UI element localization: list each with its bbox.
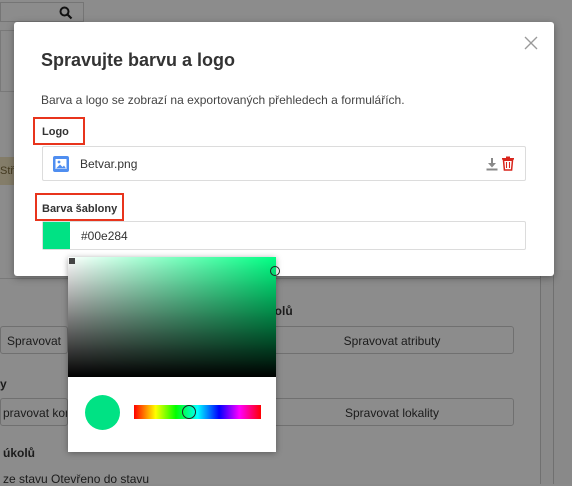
hue-slider[interactable] [134, 405, 261, 419]
logo-label: Logo [42, 126, 69, 138]
manage-color-logo-dialog: Spravujte barvu a logo Barva a logo se z… [14, 22, 554, 276]
logo-file-field[interactable]: Betvar.png [42, 146, 526, 181]
color-swatch[interactable] [43, 222, 70, 249]
color-hex-value[interactable]: #00e284 [81, 229, 128, 243]
saturation-brightness-area[interactable] [68, 257, 276, 377]
hue-slider-handle[interactable] [182, 405, 196, 419]
logo-file-name: Betvar.png [80, 157, 138, 171]
template-color-label: Barva šablony [42, 203, 118, 215]
template-color-field[interactable]: #00e284 [42, 221, 526, 250]
dialog-title: Spravujte barvu a logo [41, 50, 236, 70]
trash-icon[interactable] [501, 156, 515, 171]
color-preview [85, 395, 120, 430]
close-icon[interactable] [524, 36, 538, 50]
sv-corner-marker [69, 258, 75, 264]
saturation-handle[interactable] [270, 266, 280, 276]
dialog-description: Barva a logo se zobrazí na exportovaných… [41, 93, 405, 107]
color-picker [68, 257, 280, 452]
image-icon [53, 156, 69, 172]
download-icon[interactable] [485, 157, 499, 171]
